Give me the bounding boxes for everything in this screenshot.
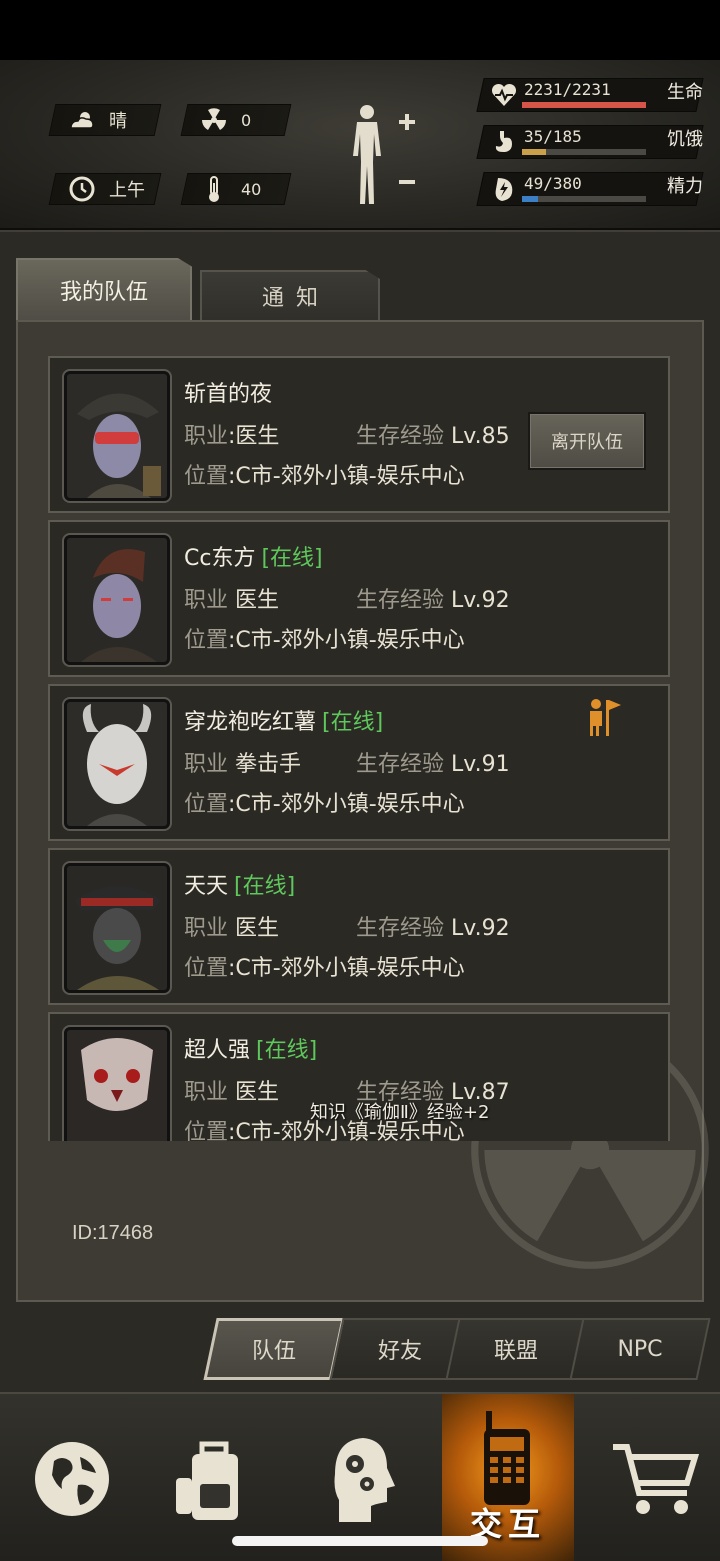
member-name: 天天 [在线]: [184, 874, 296, 899]
avatar: [64, 371, 170, 501]
member-name: 超人强 [在线]: [184, 1038, 318, 1063]
member-name: 斩首的夜: [184, 382, 273, 407]
clock-icon: [67, 174, 97, 204]
shopping-cart-icon: [613, 1443, 700, 1514]
team-member-card[interactable]: 天天 [在线] 职业 医生 生存经验 Lv.92 位置:C市-郊外小镇-娱乐中心: [48, 848, 670, 1005]
member-location: 位置:C市-郊外小镇-娱乐中心: [184, 792, 465, 817]
body-figure-icon: [353, 105, 415, 204]
leave-team-button[interactable]: 离开队伍: [528, 412, 646, 470]
radiation-icon: [199, 105, 229, 135]
heart-icon: [490, 81, 518, 109]
radiation-chip: 0: [180, 104, 292, 136]
team-member-card[interactable]: 斩首的夜 职业:医生 生存经验 Lv.85 位置:C市-郊外小镇-娱乐中心 离开…: [48, 356, 670, 513]
member-job: 职业 医生: [184, 588, 280, 613]
globe-icon: [35, 1441, 109, 1516]
avatar: [64, 863, 170, 993]
experience-toast: 知识《瑜伽Ⅱ》经验+2: [310, 1102, 490, 1123]
avatar: [64, 1027, 170, 1141]
vital-hunger: 35/185 饥饿: [476, 125, 705, 161]
hunger-bar-fill: [522, 149, 546, 155]
member-job: 职业 医生: [184, 1080, 280, 1105]
member-job: 职业:医生: [184, 424, 280, 449]
member-name: 穿龙袍吃红薯 [在线]: [184, 710, 384, 735]
health-bar-fill: [522, 102, 646, 108]
member-job: 职业 拳击手: [184, 752, 302, 777]
weather-chip: 晴: [48, 104, 162, 136]
stomach-icon: [490, 128, 518, 156]
weather-icon: [67, 105, 97, 135]
tab-my-team[interactable]: 我的队伍: [16, 258, 192, 320]
status-bar-spacer: [0, 0, 720, 60]
energy-icon: [490, 175, 518, 203]
member-job: 职业 医生: [184, 916, 280, 941]
member-exp: 生存经验 Lv.91: [356, 752, 510, 777]
energy-bar-fill: [522, 196, 539, 202]
vital-energy: 49/380 精力: [476, 172, 705, 208]
tab-notice[interactable]: 通知: [200, 270, 380, 320]
subtab-alliance[interactable]: 联盟: [445, 1318, 587, 1380]
member-name: Cc东方 [在线]: [184, 546, 323, 571]
member-location: 位置:C市-郊外小镇-娱乐中心: [184, 956, 465, 981]
team-member-card[interactable]: Cc东方 [在线] 职业 医生 生存经验 Lv.92 位置:C市-郊外小镇-娱乐中…: [48, 520, 670, 677]
nav-map-button[interactable]: [8, 1394, 136, 1561]
team-leader-flag-icon: [590, 699, 621, 736]
team-member-list[interactable]: 斩首的夜 职业:医生 生存经验 Lv.85 位置:C市-郊外小镇-娱乐中心 离开…: [48, 356, 672, 1141]
backpack-icon: [176, 1441, 238, 1520]
head-gears-icon: [334, 1437, 395, 1522]
avatar: [64, 699, 170, 829]
temperature-value: 40: [241, 179, 262, 199]
body-status-button[interactable]: [345, 100, 425, 210]
time-value: 上午: [109, 180, 145, 201]
home-indicator[interactable]: [232, 1536, 488, 1546]
subtab-npc[interactable]: NPC: [569, 1318, 711, 1380]
walkie-talkie-icon: [484, 1410, 530, 1505]
member-exp: 生存经验 Lv.92: [356, 588, 510, 613]
thermometer-icon: [199, 174, 229, 204]
temperature-chip: 40: [180, 173, 292, 205]
subtab-team[interactable]: 队伍: [203, 1318, 345, 1380]
time-chip: 上午: [48, 173, 162, 205]
player-id: ID:17468: [72, 1222, 154, 1244]
radiation-value: 0: [241, 110, 252, 130]
team-member-card[interactable]: 穿龙袍吃红薯 [在线] 职业 拳击手 生存经验 Lv.91 位置:C市-郊外小镇-…: [48, 684, 670, 841]
vital-health: 2231/2231 生命: [476, 78, 705, 114]
weather-value: 晴: [109, 111, 127, 132]
member-location: 位置:C市-郊外小镇-娱乐中心: [184, 628, 465, 653]
member-exp: 生存经验 Lv.85: [356, 424, 510, 449]
nav-shop-button[interactable]: [592, 1394, 720, 1561]
avatar: [64, 535, 170, 665]
member-exp: 生存经验 Lv.92: [356, 916, 510, 941]
member-location: 位置:C市-郊外小镇-娱乐中心: [184, 464, 465, 489]
social-subtabs: 队伍 好友 联盟 NPC: [200, 1318, 711, 1380]
